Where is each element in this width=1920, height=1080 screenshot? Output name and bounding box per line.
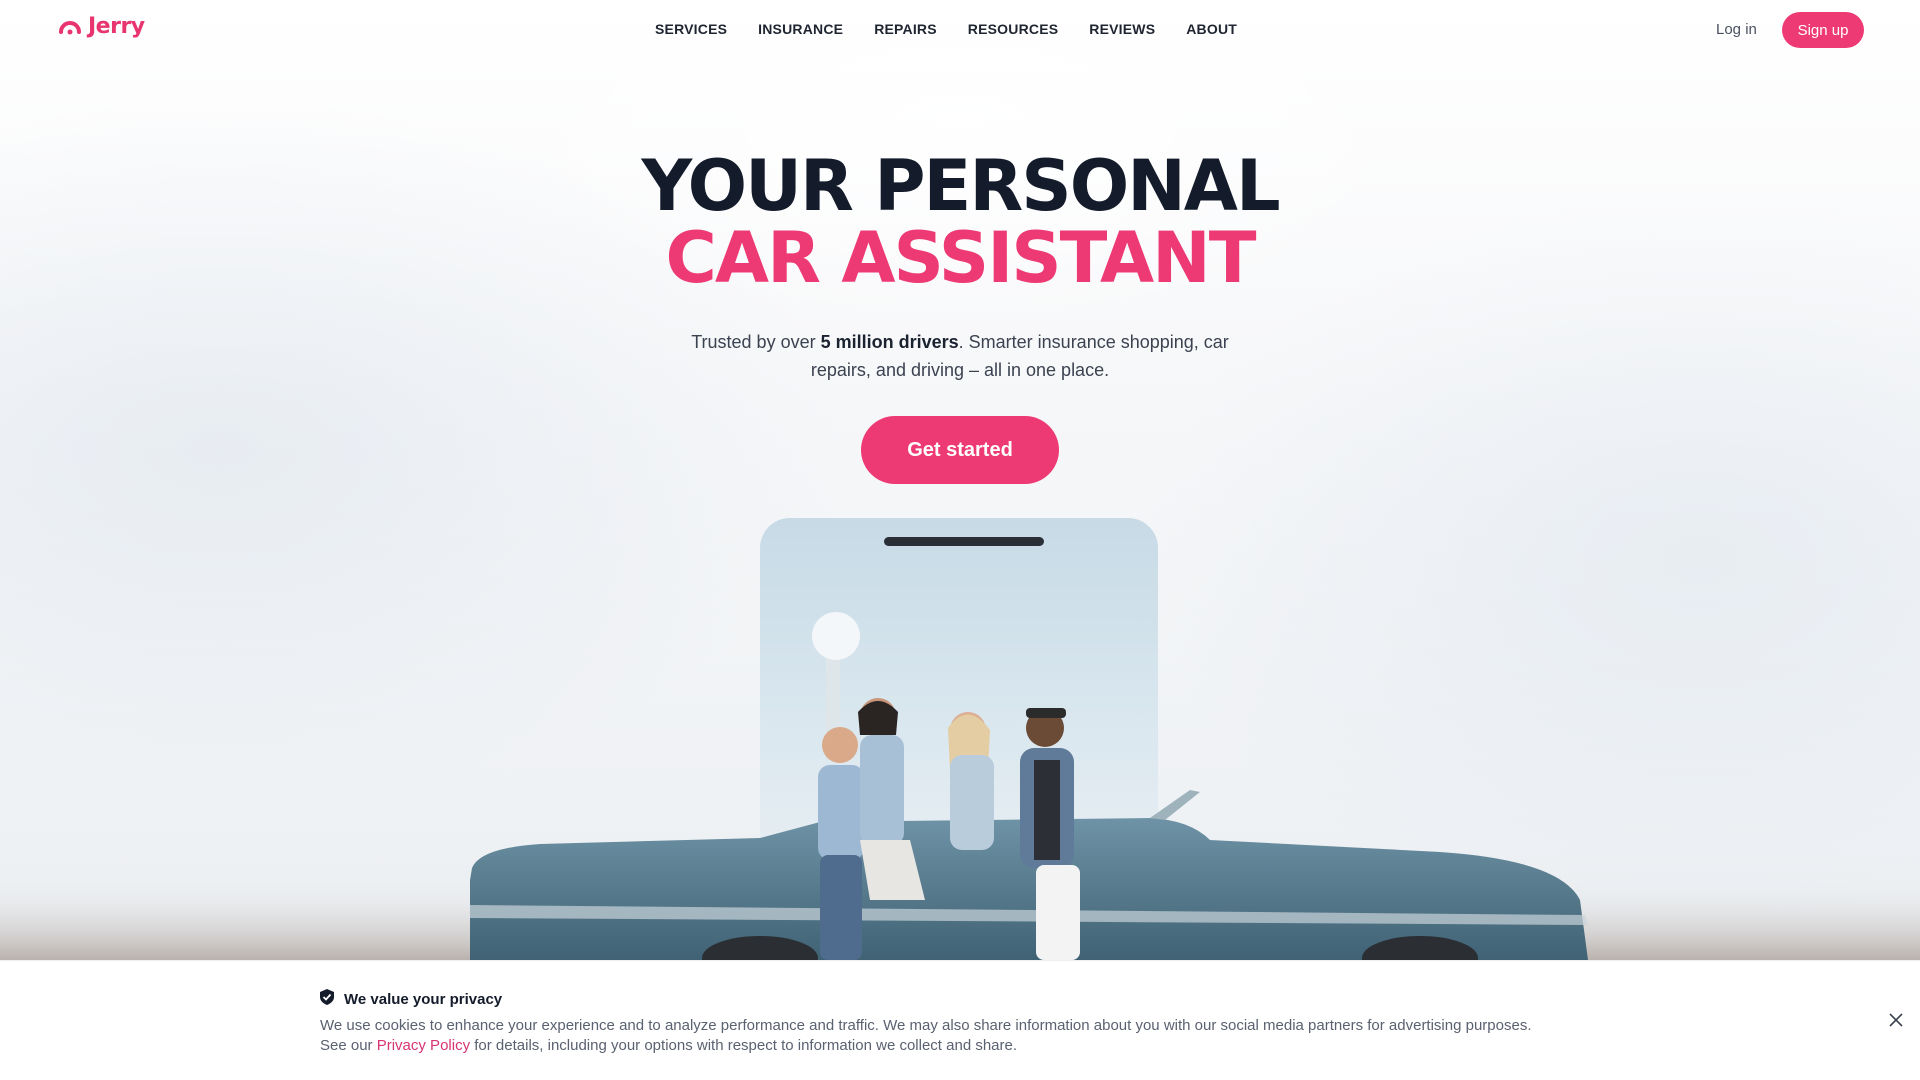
main-menu: SERVICES INSURANCE REPAIRS RESOURCES REV… xyxy=(655,21,1237,37)
phone-mockup xyxy=(760,518,1158,978)
nav-item-insurance[interactable]: INSURANCE xyxy=(758,21,843,37)
get-started-button[interactable]: Get started xyxy=(861,416,1059,484)
cookie-text-line1: We use cookies to enhance your experienc… xyxy=(320,1017,1532,1034)
cookie-text-line2: See our Privacy Policy for details, incl… xyxy=(320,1036,1620,1056)
cookie-text-see: See our xyxy=(320,1037,377,1054)
hero-subtitle-prefix: Trusted by over xyxy=(691,332,821,352)
nav-item-resources[interactable]: RESOURCES xyxy=(968,21,1058,37)
cookie-header: We value your privacy xyxy=(320,989,502,1010)
page: Jerry SERVICES INSURANCE REPAIRS RESOURC… xyxy=(0,0,1920,1080)
cookie-text-after: for details, including your options with… xyxy=(470,1037,1018,1054)
nav-item-services[interactable]: SERVICES xyxy=(655,21,727,37)
login-link[interactable]: Log in xyxy=(1716,21,1757,38)
hero-title-line1: YOUR PERSONAL xyxy=(641,145,1280,227)
cookie-banner: We value your privacy We use cookies to … xyxy=(0,960,1920,1080)
hero-subtitle-bold: 5 million drivers xyxy=(820,332,959,352)
jerry-logo-icon xyxy=(58,19,82,35)
shield-check-icon xyxy=(320,989,334,1010)
hero-title: YOUR PERSONAL CAR ASSISTANT xyxy=(0,150,1920,294)
jerry-logo[interactable]: Jerry xyxy=(58,14,145,39)
nav-item-about[interactable]: ABOUT xyxy=(1186,21,1237,37)
cookie-description: We use cookies to enhance your experienc… xyxy=(320,1016,1620,1056)
nav-item-repairs[interactable]: REPAIRS xyxy=(874,21,937,37)
hero-title-line2: CAR ASSISTANT xyxy=(665,217,1257,299)
signup-button[interactable]: Sign up xyxy=(1782,12,1864,48)
privacy-policy-link[interactable]: Privacy Policy xyxy=(377,1037,470,1054)
cookie-title: We value your privacy xyxy=(344,991,503,1008)
phone-speaker-bar xyxy=(884,537,1044,546)
brand-name: Jerry xyxy=(88,14,145,39)
hero-subtitle: Trusted by over 5 million drivers. Smart… xyxy=(660,328,1260,384)
top-navigation: Jerry SERVICES INSURANCE REPAIRS RESOURC… xyxy=(0,0,1920,60)
nav-item-reviews[interactable]: REVIEWS xyxy=(1089,21,1155,37)
close-icon[interactable] xyxy=(1887,1011,1905,1029)
